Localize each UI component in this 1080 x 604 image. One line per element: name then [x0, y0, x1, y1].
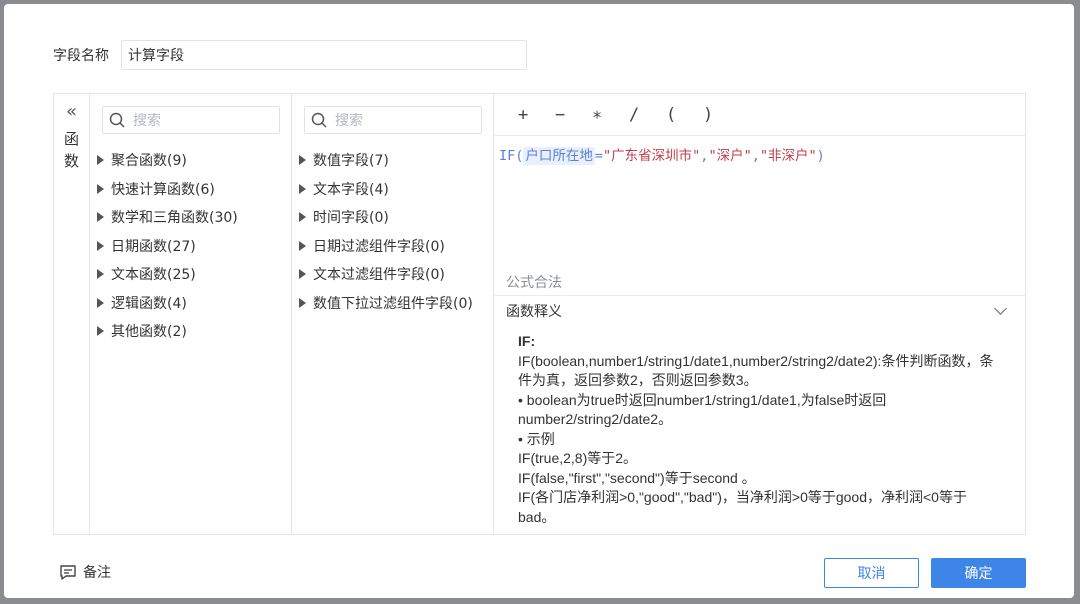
caret-right-icon[interactable]	[299, 183, 306, 194]
fields-item-label: 日期过滤组件字段(0)	[313, 238, 445, 255]
operator-button[interactable]: /	[629, 105, 666, 125]
function-explanation-name: IF:	[518, 333, 536, 349]
functions-item[interactable]: 数学和三角函数(30)	[97, 203, 280, 232]
field-search-input[interactable]: 搜索	[304, 106, 482, 134]
functions-item[interactable]: 其他函数(2)	[97, 317, 280, 346]
fields-item-label: 文本过滤组件字段(0)	[313, 267, 445, 284]
formula-string-1: "广东省深圳市"	[603, 148, 701, 164]
operator-button[interactable]: +	[518, 105, 555, 125]
caret-right-icon[interactable]	[299, 240, 306, 251]
function-explanation-title: 函数释义	[506, 304, 562, 320]
caret-right-icon[interactable]	[97, 326, 104, 337]
field-name-label: 字段名称	[53, 48, 109, 64]
formula-suffix: )	[816, 148, 825, 164]
fields-item[interactable]: 日期过滤组件字段(0)	[299, 232, 482, 261]
caret-right-icon[interactable]	[97, 297, 104, 308]
confirm-button[interactable]: 确定	[931, 558, 1026, 588]
fields-item[interactable]: 文本过滤组件字段(0)	[299, 260, 482, 289]
function-explanation-header[interactable]: 函数释义	[494, 296, 1025, 326]
function-explanation-line: • 示例	[518, 430, 555, 447]
search-icon	[311, 112, 327, 128]
field-category-list: 数值字段(7) 文本字段(4) 时间字段(0) 日期过滤组件字段(0) 文本过滤组件字段…	[299, 146, 482, 318]
caret-right-icon[interactable]	[97, 240, 104, 251]
note-label: 备注	[83, 565, 111, 581]
formula-string-2: "深户"	[708, 148, 752, 164]
functions-item[interactable]: 快速计算函数(6)	[97, 175, 280, 204]
fields-item-label: 数值下拉过滤组件字段(0)	[313, 295, 473, 312]
operator-button[interactable]: −	[555, 105, 592, 125]
search-icon	[109, 112, 125, 128]
operator-toolbar: + − ∗ /()	[494, 94, 1025, 136]
formula-prefix: IF(	[499, 148, 524, 164]
operator-button[interactable]: )	[703, 105, 740, 125]
formula-field-chip[interactable]: 户口所在地	[523, 147, 595, 165]
functions-item-label: 文本函数(25)	[111, 267, 196, 284]
functions-item-label: 聚合函数(9)	[111, 153, 187, 170]
function-panel-toggle[interactable]: « 函数	[54, 94, 90, 534]
caret-right-icon[interactable]	[299, 269, 306, 280]
function-list-panel: 搜索 聚合函数(9) 快速计算函数(6) 数学和三角函数(30) 日期函数(27) 文本…	[90, 94, 292, 534]
functions-item-label: 其他函数(2)	[111, 324, 187, 341]
operator-button[interactable]: (	[666, 105, 703, 125]
fields-item[interactable]: 数值字段(7)	[299, 146, 482, 175]
function-search-input[interactable]: 搜索	[102, 106, 280, 134]
function-explanation-line: IF(true,2,8)等于2。	[518, 450, 638, 466]
caret-right-icon[interactable]	[97, 183, 104, 194]
function-explanation-line: IF(各门店净利润>0,"good","bad")，当净利润>0等于good，净…	[518, 489, 967, 525]
functions-item[interactable]: 逻辑函数(4)	[97, 289, 280, 318]
caret-right-icon[interactable]	[299, 155, 306, 166]
caret-right-icon[interactable]	[299, 212, 306, 223]
function-category-list: 聚合函数(9) 快速计算函数(6) 数学和三角函数(30) 日期函数(27) 文本函数(…	[97, 146, 280, 346]
double-chevron-left-icon[interactable]: «	[66, 102, 77, 122]
field-name-row: 字段名称 计算字段	[53, 40, 527, 70]
function-explanation-body: IF: IF(boolean,number1/string1/date1,num…	[494, 326, 1025, 527]
field-list-panel: 搜索 数值字段(7) 文本字段(4) 时间字段(0) 日期过滤组件字段(0) 文本过滤组…	[292, 94, 494, 534]
functions-item[interactable]: 文本函数(25)	[97, 260, 280, 289]
functions-item-label: 日期函数(27)	[111, 238, 196, 255]
function-vertical-label: 函数	[63, 130, 79, 170]
function-explanation-panel: 函数释义 IF: IF(boolean,number1/string1/date…	[494, 295, 1025, 534]
fields-item[interactable]: 数值下拉过滤组件字段(0)	[299, 289, 482, 318]
caret-right-icon[interactable]	[299, 297, 306, 308]
caret-right-icon[interactable]	[97, 155, 104, 166]
formula-string-3: "非深户"	[759, 148, 817, 164]
field-name-input[interactable]: 计算字段	[121, 40, 527, 70]
fields-item-label: 时间字段(0)	[313, 210, 389, 227]
functions-item-label: 快速计算函数(6)	[111, 181, 215, 198]
formula-panel: + − ∗ /() IF(户口所在地 ="广东省深圳市","深户","非深户") 公式合…	[494, 94, 1025, 534]
chevron-down-icon[interactable]	[994, 302, 1007, 315]
fields-item[interactable]: 时间字段(0)	[299, 203, 482, 232]
functions-item-label: 逻辑函数(4)	[111, 295, 187, 312]
caret-right-icon[interactable]	[97, 269, 104, 280]
fields-item-label: 文本字段(4)	[313, 181, 389, 198]
formula-textarea[interactable]: IF(户口所在地 ="广东省深圳市","深户","非深户")	[494, 136, 1025, 272]
functions-item-label: 数学和三角函数(30)	[111, 210, 238, 227]
function-explanation-line: IF(boolean,number1/string1/date1,number2…	[518, 352, 994, 389]
comment-icon	[60, 565, 76, 580]
fields-item[interactable]: 文本字段(4)	[299, 175, 482, 204]
fields-item-label: 数值字段(7)	[313, 153, 389, 170]
function-explanation-line: IF(false,"first","second")等于second 。	[518, 469, 756, 486]
cancel-button[interactable]: 取消	[824, 558, 919, 588]
function-search-placeholder: 搜索	[133, 113, 161, 129]
function-explanation-line: • boolean为true时返回number1/string1/date1,为…	[518, 391, 887, 428]
calculated-field-dialog: 字段名称 计算字段 « 函数 搜索 聚合函数(9) 快速计算函数(6) 数学和三角函…	[4, 4, 1074, 598]
formula-validation-status: 公式合法	[506, 275, 562, 291]
formula-comma-2: ,	[751, 148, 760, 164]
field-search-placeholder: 搜索	[335, 113, 363, 129]
operator-button[interactable]: ∗	[592, 105, 629, 125]
formula-operator: =	[594, 148, 604, 164]
caret-right-icon[interactable]	[97, 212, 104, 223]
functions-item[interactable]: 日期函数(27)	[97, 232, 280, 261]
formula-editor: « 函数 搜索 聚合函数(9) 快速计算函数(6) 数学和三角函数(30) 日期函数(…	[53, 93, 1026, 535]
note-button[interactable]: 备注	[59, 562, 111, 582]
functions-item[interactable]: 聚合函数(9)	[97, 146, 280, 175]
